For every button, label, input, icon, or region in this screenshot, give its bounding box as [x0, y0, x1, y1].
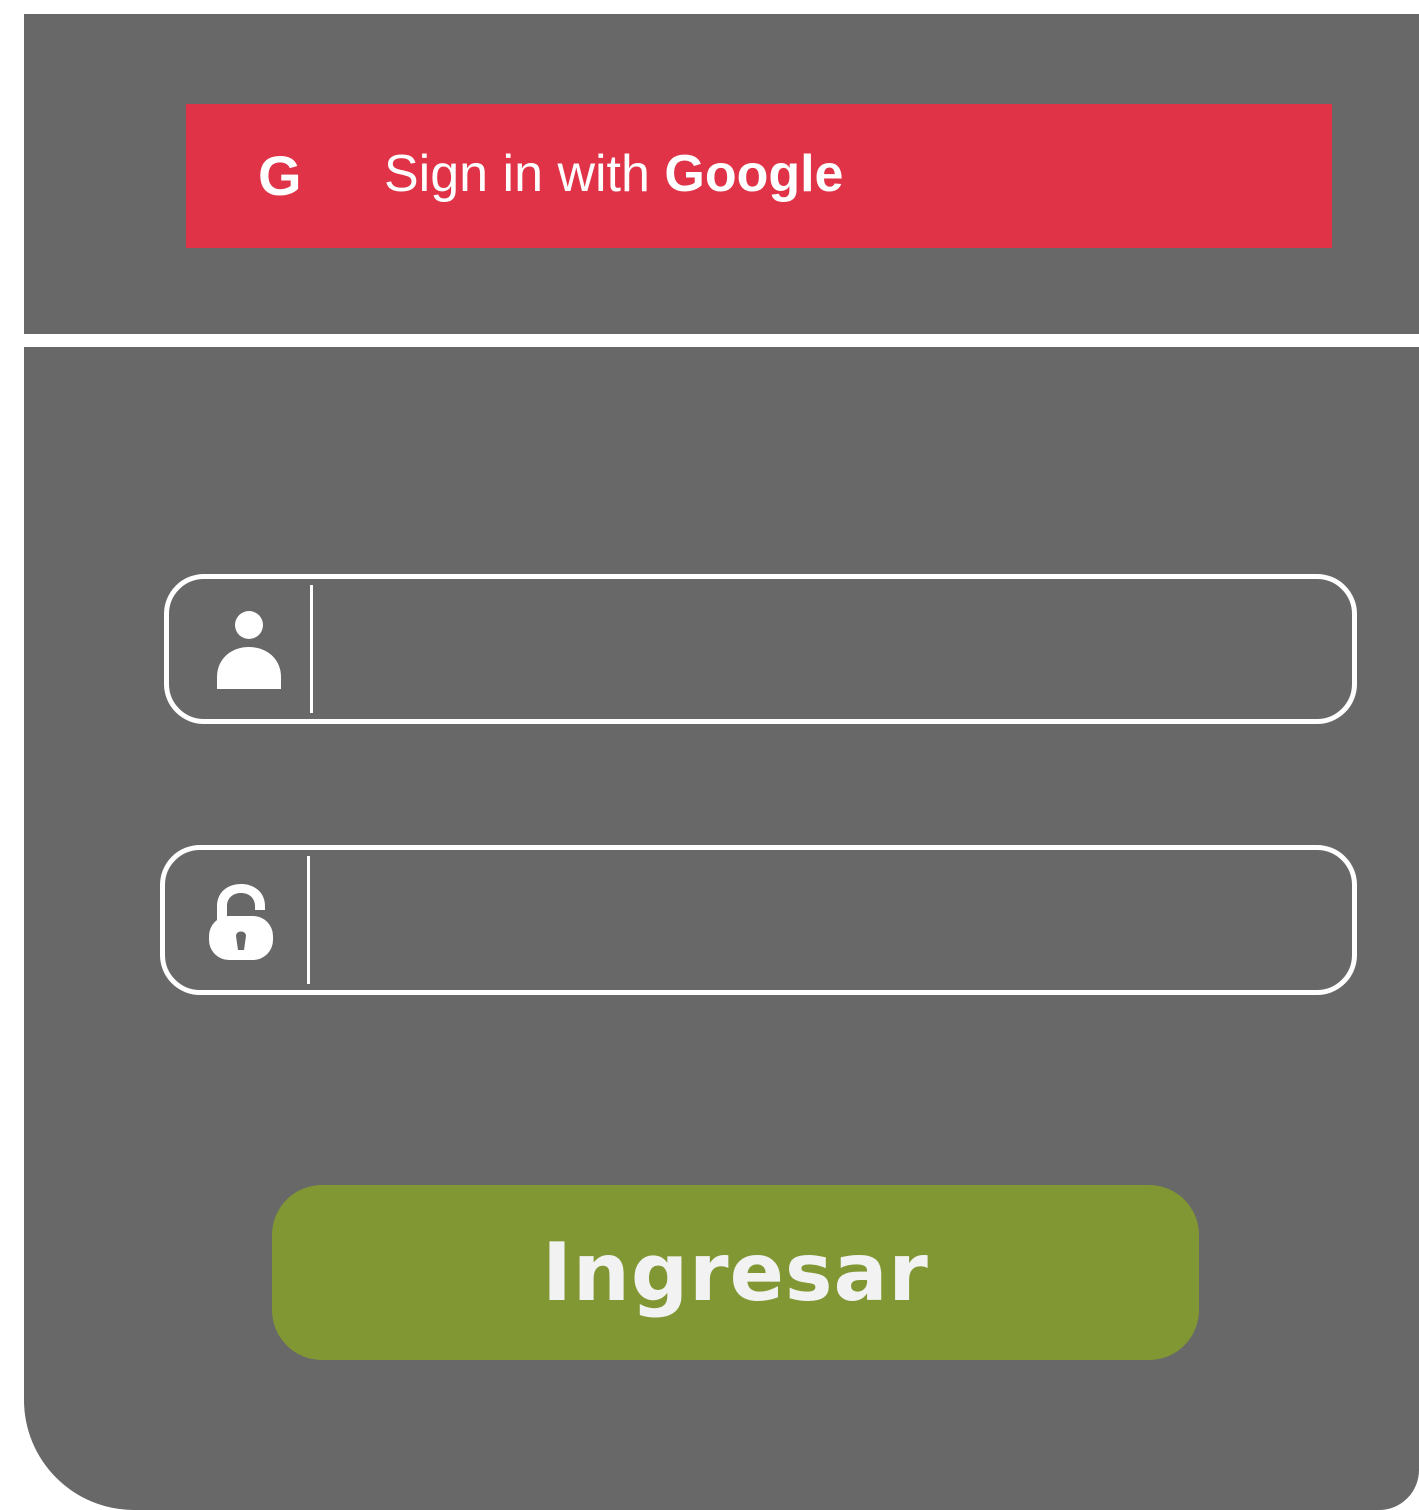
- google-signin-label-prefix: Sign in with: [384, 145, 665, 203]
- ingresar-button-label: Ingresar: [542, 1226, 929, 1319]
- google-signin-button[interactable]: G Sign in with Google: [186, 104, 1332, 248]
- google-signin-label-brand: Google: [664, 145, 844, 203]
- username-input[interactable]: [339, 589, 1322, 709]
- password-field[interactable]: [160, 845, 1357, 995]
- login-form-panel: Ingresar: [24, 347, 1419, 1510]
- login-page: G Sign in with Google Ingresar: [0, 0, 1419, 1510]
- google-signin-label: Sign in with Google: [384, 142, 843, 206]
- user-icon: [217, 611, 281, 689]
- social-login-panel: G Sign in with Google: [24, 14, 1419, 334]
- ingresar-button[interactable]: Ingresar: [272, 1185, 1199, 1360]
- username-field-divider: [310, 585, 313, 713]
- google-icon: G: [258, 144, 302, 207]
- lock-icon: [209, 884, 273, 960]
- password-field-divider: [307, 856, 310, 984]
- password-input[interactable]: [335, 860, 1322, 980]
- username-field[interactable]: [164, 574, 1357, 724]
